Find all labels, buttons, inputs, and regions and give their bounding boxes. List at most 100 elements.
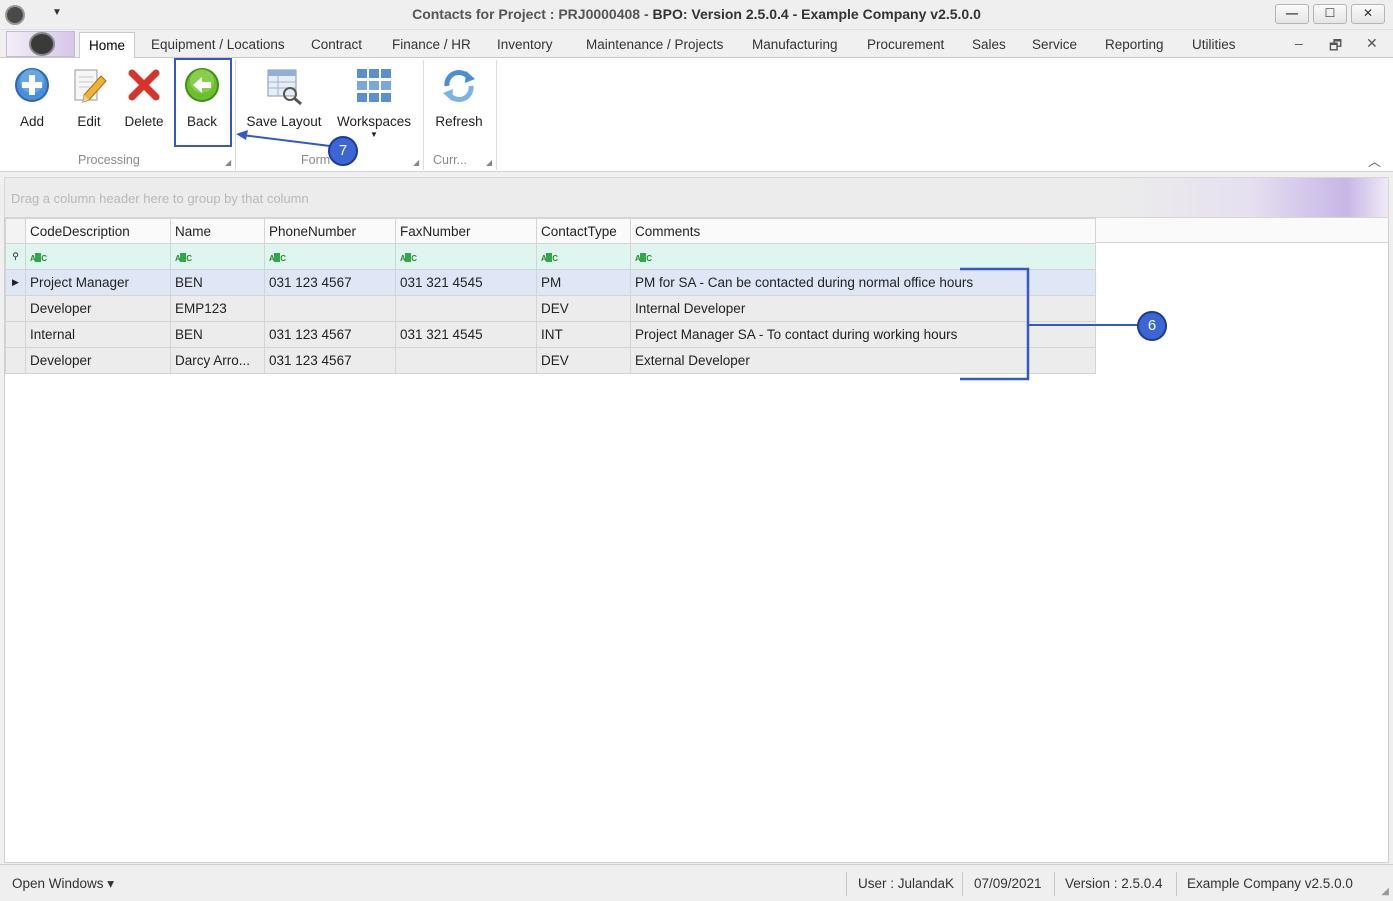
- ribbon-panel: Add Edit Delete Back Save Layout Workspa…: [0, 58, 1393, 172]
- status-date: 07/09/2021: [974, 876, 1042, 891]
- app-badge-icon: [29, 32, 55, 56]
- cell-faxnumber[interactable]: [395, 295, 537, 322]
- group-separator: [423, 60, 424, 170]
- tab-manufacturing[interactable]: Manufacturing: [752, 37, 838, 52]
- column-header-faxnumber[interactable]: FaxNumber: [395, 218, 537, 244]
- group-by-panel[interactable]: Drag a column header here to group by th…: [4, 177, 1389, 218]
- group-launcher-icon[interactable]: ◢: [413, 158, 419, 167]
- cell-codedescription[interactable]: Project Manager: [25, 269, 171, 296]
- cell-contacttype[interactable]: DEV: [536, 347, 631, 374]
- mdi-restore-button[interactable]: 🗗: [1329, 35, 1342, 59]
- cell-phonenumber[interactable]: [264, 295, 396, 322]
- tab-service[interactable]: Service: [1032, 37, 1077, 52]
- group-launcher-icon[interactable]: ◢: [486, 158, 492, 167]
- contacts-grid: CodeDescription Name PhoneNumber FaxNumb…: [4, 218, 1389, 863]
- tab-sales[interactable]: Sales: [972, 37, 1006, 52]
- contacts-table: CodeDescription Name PhoneNumber FaxNumb…: [5, 218, 1096, 374]
- close-button[interactable]: ✕: [1351, 4, 1385, 24]
- cell-name[interactable]: BEN: [170, 269, 265, 296]
- ribbon-tabs: Home Equipment / Locations Contract Fina…: [0, 30, 1393, 59]
- window-title: Contacts for Project : PRJ0000408 - BPO:…: [0, 6, 1393, 22]
- maximize-button[interactable]: ☐: [1313, 4, 1347, 24]
- application-menu-button[interactable]: [6, 31, 75, 57]
- status-bar: Open Windows ▾ User : JulandaK 07/09/202…: [0, 864, 1393, 901]
- text-filter-icon: AC: [175, 253, 192, 263]
- group-launcher-icon[interactable]: ◢: [225, 158, 231, 167]
- filter-cell-faxnumber[interactable]: AC: [395, 243, 537, 270]
- column-header-comments[interactable]: Comments: [630, 218, 1096, 244]
- cell-phonenumber[interactable]: 031 123 4567: [264, 347, 396, 374]
- column-header-codedescription[interactable]: CodeDescription: [25, 218, 171, 244]
- callout-6: 6: [1137, 311, 1167, 341]
- cell-faxnumber[interactable]: [395, 347, 537, 374]
- tab-procurement[interactable]: Procurement: [867, 37, 944, 52]
- add-button[interactable]: Add: [8, 62, 56, 146]
- delete-button[interactable]: Delete: [118, 62, 170, 146]
- minimize-button[interactable]: —: [1275, 4, 1309, 24]
- cell-contacttype[interactable]: DEV: [536, 295, 631, 322]
- back-highlight-box: [174, 58, 232, 147]
- tab-contract[interactable]: Contract: [311, 37, 362, 52]
- workspaces-grid-icon: [357, 69, 391, 102]
- cell-phonenumber[interactable]: 031 123 4567: [264, 321, 396, 348]
- status-company: Example Company v2.5.0.0: [1187, 876, 1353, 891]
- column-header-name[interactable]: Name: [170, 218, 265, 244]
- table-row[interactable]: Internal BEN 031 123 4567 031 321 4545 I…: [5, 321, 1096, 348]
- filter-cell-comments[interactable]: AC: [630, 243, 1096, 270]
- group-separator: [235, 60, 236, 170]
- table-row[interactable]: ▶ Project Manager BEN 031 123 4567 031 3…: [5, 269, 1096, 296]
- tab-utilities[interactable]: Utilities: [1192, 37, 1236, 52]
- cell-codedescription[interactable]: Developer: [25, 347, 171, 374]
- column-header-phonenumber[interactable]: PhoneNumber: [264, 218, 396, 244]
- text-filter-icon: AC: [400, 253, 417, 263]
- cell-contacttype[interactable]: PM: [536, 269, 631, 296]
- table-row[interactable]: Developer EMP123 DEV Internal Developer: [5, 295, 1096, 322]
- filter-cell-phonenumber[interactable]: AC: [264, 243, 396, 270]
- tab-equipment-locations[interactable]: Equipment / Locations: [151, 37, 285, 52]
- refresh-button[interactable]: Refresh: [429, 62, 489, 146]
- callout-arrow-back: [236, 130, 331, 147]
- save-layout-label: Save Layout: [246, 114, 322, 129]
- collapse-ribbon-icon[interactable]: ︿: [1368, 151, 1381, 170]
- filter-cell-name[interactable]: AC: [170, 243, 265, 270]
- status-separator: [846, 872, 847, 896]
- mdi-close-button[interactable]: ✕: [1366, 35, 1378, 52]
- cell-name[interactable]: BEN: [170, 321, 265, 348]
- status-version: Version : 2.5.0.4: [1065, 876, 1163, 891]
- cell-contacttype[interactable]: INT: [536, 321, 631, 348]
- tab-inventory[interactable]: Inventory: [497, 37, 553, 52]
- group-separator: [496, 60, 497, 170]
- cell-codedescription[interactable]: Internal: [25, 321, 171, 348]
- open-windows-dropdown[interactable]: Open Windows ▾: [12, 876, 114, 892]
- add-circle-icon: [15, 68, 49, 102]
- save-layout-icon: [267, 69, 302, 106]
- workspaces-button[interactable]: Workspaces ▼: [333, 62, 415, 146]
- add-button-label: Add: [19, 114, 45, 129]
- filter-cell-contacttype[interactable]: AC: [536, 243, 631, 270]
- tab-reporting[interactable]: Reporting: [1105, 37, 1164, 52]
- tab-home[interactable]: Home: [79, 32, 136, 59]
- cell-faxnumber[interactable]: 031 321 4545: [395, 269, 537, 296]
- row-indicator: [5, 321, 26, 348]
- cell-phonenumber[interactable]: 031 123 4567: [264, 269, 396, 296]
- cell-codedescription[interactable]: Developer: [25, 295, 171, 322]
- table-row[interactable]: Developer Darcy Arro... 031 123 4567 DEV…: [5, 347, 1096, 374]
- edit-button-label: Edit: [77, 114, 101, 129]
- callout-7: 7: [328, 136, 358, 166]
- header-empty-area: [1094, 218, 1388, 243]
- group-label-format: Form: [301, 153, 331, 167]
- column-header-contacttype[interactable]: ContactType: [536, 218, 631, 244]
- resize-grip-icon[interactable]: ◢: [1381, 886, 1389, 897]
- cell-name[interactable]: EMP123: [170, 295, 265, 322]
- window-title-main: BPO: Version 2.5.0.4 - Example Company v…: [652, 6, 981, 22]
- edit-button[interactable]: Edit: [64, 62, 114, 146]
- tab-maintenance-projects[interactable]: Maintenance / Projects: [586, 37, 723, 52]
- delete-button-label: Delete: [124, 114, 164, 129]
- filter-cell-codedescription[interactable]: AC: [25, 243, 171, 270]
- group-by-hint: Drag a column header here to group by th…: [11, 191, 309, 206]
- cell-name[interactable]: Darcy Arro...: [170, 347, 265, 374]
- workspaces-label: Workspaces: [336, 114, 412, 129]
- tab-finance-hr[interactable]: Finance / HR: [392, 37, 471, 52]
- mdi-minimize-button[interactable]: –: [1295, 35, 1303, 51]
- cell-faxnumber[interactable]: 031 321 4545: [395, 321, 537, 348]
